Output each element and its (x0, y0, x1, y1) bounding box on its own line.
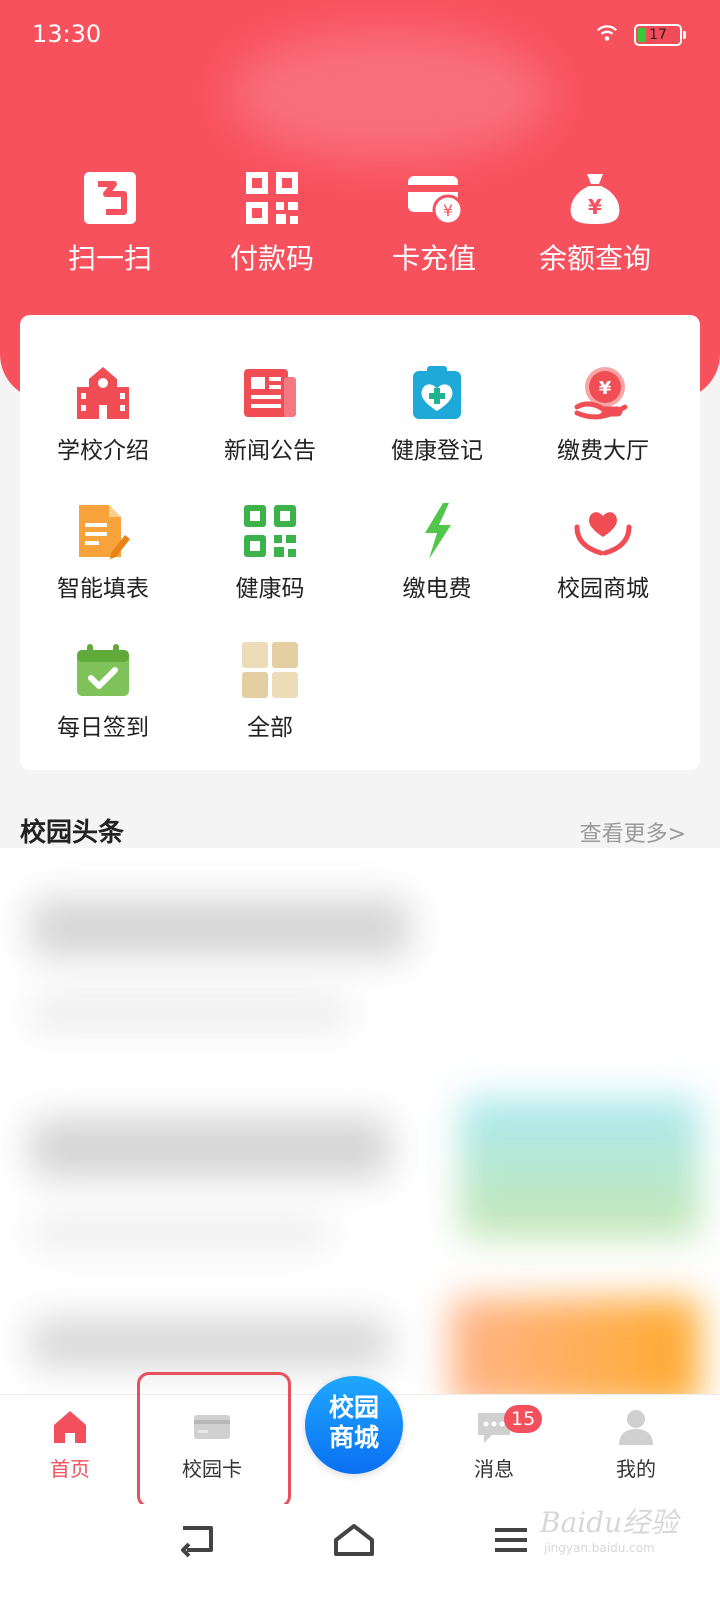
service-label: 健康登记 (391, 438, 483, 464)
service-label: 每日签到 (57, 715, 149, 741)
news-item-blur (30, 1118, 390, 1178)
baidu-watermark: Baidu经验 jingyan.baidu.com (540, 1506, 690, 1566)
quick-balance-query-label: 余额查询 (538, 242, 651, 275)
service-label: 健康码 (235, 576, 305, 602)
service-news[interactable]: 新闻公告 (195, 363, 345, 465)
center-mall-button[interactable]: 校园 商城 (305, 1376, 403, 1474)
wifi-icon (597, 25, 617, 41)
quick-scan[interactable]: 扫一扫 (50, 168, 170, 276)
service-payment-hall[interactable]: ¥ 缴费大厅 (528, 363, 678, 465)
menu-icon[interactable] (489, 1520, 533, 1560)
news-list-blurred (0, 848, 720, 1408)
user-icon (619, 1410, 653, 1445)
center-mall-line2: 商城 (328, 1423, 379, 1452)
tab-home-label: 首页 (50, 1457, 90, 1481)
money-bag-icon: ¥ (570, 174, 620, 224)
svg-text:¥: ¥ (599, 378, 612, 399)
calendar-check-icon (77, 644, 129, 696)
service-health-register[interactable]: 健康登记 (362, 363, 512, 465)
quick-scan-label: 扫一扫 (67, 242, 152, 275)
tab-mine-label: 我的 (616, 1457, 656, 1481)
service-smart-form[interactable]: 智能填表 (28, 501, 178, 603)
card-recharge-icon: ¥ (408, 176, 464, 226)
service-daily-checkin[interactable]: 每日签到 (28, 640, 178, 742)
service-school-intro[interactable]: 学校介绍 (28, 363, 178, 465)
news-item-blur (30, 1318, 390, 1368)
home-icon (54, 1411, 86, 1443)
qr-code-icon (246, 172, 298, 224)
service-label: 学校介绍 (57, 438, 149, 464)
service-grid: 学校介绍 新闻公告 健康登记 ¥ 缴费大厅 智能填表 健康码 缴电费 校园商城 … (20, 315, 700, 770)
service-label: 校园商城 (557, 576, 649, 602)
news-item-blur (30, 898, 410, 958)
newspaper-icon (244, 369, 296, 417)
svg-text:¥: ¥ (443, 201, 453, 220)
scan-icon (84, 172, 136, 224)
news-section-title: 校园头条 (20, 818, 125, 848)
quick-pay-code[interactable]: 付款码 (212, 168, 332, 276)
message-count-badge: 15 (504, 1405, 543, 1433)
battery-percent: 17 (649, 27, 667, 43)
home-outline-icon[interactable] (332, 1520, 376, 1560)
school-icon (77, 367, 129, 419)
tab-mine[interactable]: 我的 (576, 1407, 696, 1481)
heart-hands-icon (574, 512, 632, 556)
news-image-blur (450, 1298, 700, 1408)
grid-all-icon (242, 642, 298, 698)
watermark-url: jingyan.baidu.com (544, 1541, 655, 1555)
news-item-blur (30, 998, 350, 1028)
service-campus-mall[interactable]: 校园商城 (528, 501, 678, 603)
svg-text:¥: ¥ (588, 195, 602, 219)
header-glow (230, 30, 550, 160)
service-label: 缴费大厅 (557, 438, 649, 464)
health-code-icon (244, 505, 296, 557)
news-more-link[interactable]: 查看更多> (580, 816, 686, 848)
tab-messages-label: 消息 (474, 1457, 514, 1481)
service-label: 新闻公告 (224, 438, 316, 464)
payment-hall-icon: ¥ (574, 367, 628, 420)
quick-card-recharge[interactable]: ¥ 卡充值 (374, 168, 494, 276)
back-icon[interactable] (175, 1520, 219, 1560)
service-label: 全部 (247, 715, 293, 741)
tab-home[interactable]: 首页 (10, 1407, 130, 1481)
center-mall-line1: 校园 (328, 1393, 379, 1422)
form-pencil-icon (79, 505, 130, 559)
service-label: 缴电费 (402, 576, 472, 602)
news-item-blur (30, 1218, 330, 1248)
watermark-brand: Baidu经验 (540, 1506, 679, 1539)
quick-pay-code-label: 付款码 (229, 242, 314, 275)
service-all[interactable]: 全部 (195, 640, 345, 742)
campus-card-highlight (137, 1372, 291, 1508)
quick-card-recharge-label: 卡充值 (391, 242, 476, 275)
health-kit-icon (413, 366, 461, 419)
news-image-blur (460, 1098, 700, 1238)
service-electricity[interactable]: 缴电费 (362, 501, 512, 603)
quick-balance-query[interactable]: ¥ 余额查询 (535, 168, 655, 276)
service-health-code[interactable]: 健康码 (195, 501, 345, 603)
battery-icon: 17 (634, 24, 686, 46)
status-time: 13:30 (32, 20, 102, 48)
service-label: 智能填表 (57, 576, 149, 602)
lightning-icon (425, 503, 451, 559)
tab-messages[interactable]: 15 消息 (434, 1405, 554, 1481)
